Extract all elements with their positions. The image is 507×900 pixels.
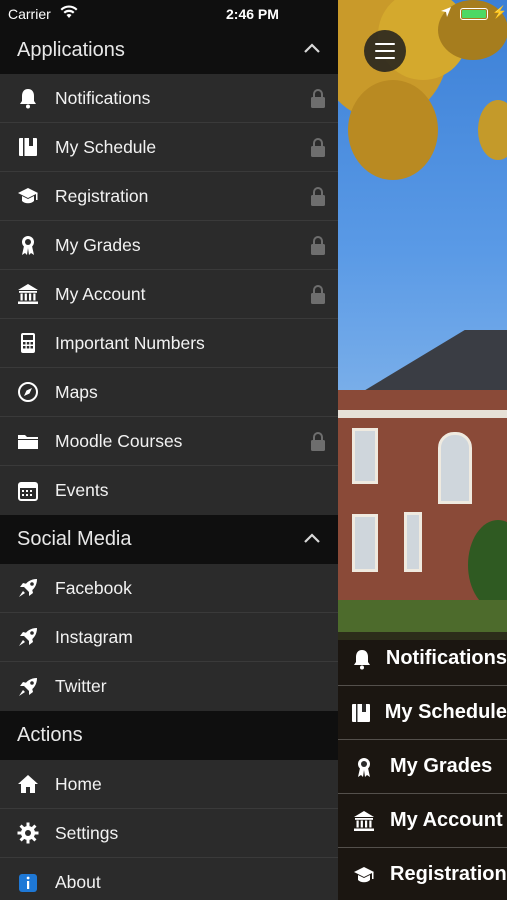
gear-icon bbox=[0, 822, 55, 844]
calendar-icon bbox=[0, 480, 55, 502]
graduation-cap-icon bbox=[338, 864, 390, 886]
menu-item-my-account[interactable]: My Account bbox=[0, 270, 338, 319]
section-header[interactable]: Social Media bbox=[0, 515, 338, 564]
quick-menu-label: My Grades bbox=[390, 755, 493, 777]
quick-menu-label: Registration bbox=[390, 863, 507, 885]
menu-item-settings[interactable]: Settings bbox=[0, 809, 338, 858]
status-bar: Carrier 2:46 PM ⚡ bbox=[0, 0, 507, 28]
menu-item-home[interactable]: Home bbox=[0, 760, 338, 809]
autumn-leaves bbox=[348, 80, 438, 180]
menu-item-label: About bbox=[55, 872, 101, 892]
award-ribbon-icon bbox=[338, 756, 390, 778]
menu-item-label: My Grades bbox=[55, 234, 141, 255]
rocket-icon bbox=[0, 626, 55, 648]
menu-item-facebook[interactable]: Facebook bbox=[0, 564, 338, 613]
section-items: Notifications My Schedule Registration My G… bbox=[0, 74, 338, 515]
menu-item-maps[interactable]: Maps bbox=[0, 368, 338, 417]
menu-item-label: Maps bbox=[55, 381, 98, 402]
menu-item-events[interactable]: Events bbox=[0, 466, 338, 515]
menu-item-my-schedule[interactable]: My Schedule bbox=[0, 123, 338, 172]
location-arrow-icon bbox=[440, 5, 452, 21]
menu-item-instagram[interactable]: Instagram bbox=[0, 613, 338, 662]
menu-item-label: Moodle Courses bbox=[55, 430, 183, 451]
menu-item-label: Facebook bbox=[55, 577, 132, 598]
navigation-drawer: Applications Notifications My Schedule Regi… bbox=[0, 0, 338, 900]
menu-item-registration[interactable]: Registration bbox=[0, 172, 338, 221]
calculator-icon bbox=[0, 332, 55, 354]
menu-item-label: Twitter bbox=[55, 676, 107, 696]
lock-icon bbox=[310, 88, 326, 114]
section-header: Actions bbox=[0, 711, 338, 760]
quick-menu-label: Notifications bbox=[385, 647, 507, 669]
menu-item-label: Registration bbox=[55, 185, 149, 206]
lock-icon bbox=[310, 284, 326, 310]
section-title: Applications bbox=[17, 38, 125, 61]
folder-icon bbox=[0, 430, 55, 452]
building-trim bbox=[338, 410, 507, 418]
book-icon bbox=[0, 136, 55, 158]
award-ribbon-icon bbox=[0, 234, 55, 256]
info-icon bbox=[0, 872, 55, 894]
bell-icon bbox=[0, 87, 55, 109]
lock-icon bbox=[310, 137, 326, 163]
quick-menu-label: My Account bbox=[390, 809, 503, 831]
menu-item-label: My Schedule bbox=[55, 136, 157, 157]
menu-item-label: Important Numbers bbox=[55, 332, 205, 353]
section-items: Facebook Instagram Twitter bbox=[0, 564, 338, 711]
building-window bbox=[352, 514, 378, 572]
graduation-cap-icon bbox=[0, 185, 55, 207]
menu-item-label: My Account bbox=[55, 283, 146, 304]
quick-menu-label: My Schedule bbox=[384, 701, 507, 723]
chevron-up-icon[interactable] bbox=[303, 41, 321, 59]
wifi-icon bbox=[60, 5, 78, 22]
compass-icon bbox=[0, 381, 55, 403]
quick-menu-item-my-account[interactable]: My Account bbox=[338, 794, 507, 848]
bank-icon bbox=[338, 810, 390, 832]
menu-item-important-numbers[interactable]: Important Numbers bbox=[0, 319, 338, 368]
section-title: Actions bbox=[17, 724, 83, 746]
quick-menu-item-my-grades[interactable]: My Grades bbox=[338, 740, 507, 794]
book-icon bbox=[338, 702, 385, 724]
menu-item-moodle-courses[interactable]: Moodle Courses bbox=[0, 417, 338, 466]
home-icon bbox=[0, 773, 55, 795]
lock-icon bbox=[310, 235, 326, 261]
building-window bbox=[404, 512, 422, 572]
clock-label: 2:46 PM bbox=[226, 6, 279, 22]
rocket-icon bbox=[0, 676, 55, 698]
menu-item-twitter[interactable]: Twitter bbox=[0, 662, 338, 711]
bell-icon bbox=[338, 648, 386, 670]
carrier-label: Carrier bbox=[8, 6, 51, 22]
battery-icon bbox=[460, 8, 488, 20]
lock-icon bbox=[310, 431, 326, 457]
chevron-up-icon[interactable] bbox=[303, 531, 321, 549]
background-quick-menu: Notifications My Schedule My Grades My Acco… bbox=[338, 632, 507, 900]
menu-item-notifications[interactable]: Notifications bbox=[0, 74, 338, 123]
quick-menu-item-notifications[interactable]: Notifications bbox=[338, 632, 507, 686]
menu-item-label: Instagram bbox=[55, 626, 133, 647]
quick-menu-item-my-schedule[interactable]: My Schedule bbox=[338, 686, 507, 740]
menu-item-label: Notifications bbox=[55, 87, 151, 108]
menu-item-label: Home bbox=[55, 773, 102, 794]
rocket-icon bbox=[0, 577, 55, 599]
section-title: Social Media bbox=[17, 528, 132, 550]
menu-item-my-grades[interactable]: My Grades bbox=[0, 221, 338, 270]
bank-icon bbox=[0, 283, 55, 305]
menu-item-label: Events bbox=[55, 480, 109, 500]
quick-menu-item-registration[interactable]: Registration bbox=[338, 848, 507, 900]
hamburger-menu-button[interactable] bbox=[364, 30, 406, 72]
building-window bbox=[438, 432, 472, 504]
lock-icon bbox=[310, 186, 326, 212]
charging-bolt-icon: ⚡ bbox=[492, 5, 507, 19]
menu-item-about[interactable]: About bbox=[0, 858, 338, 900]
building-window bbox=[352, 428, 378, 484]
menu-item-label: Settings bbox=[55, 822, 119, 843]
background-panel: Notifications My Schedule My Grades My Acco… bbox=[338, 0, 507, 900]
section-items: Home Settings About bbox=[0, 760, 338, 900]
